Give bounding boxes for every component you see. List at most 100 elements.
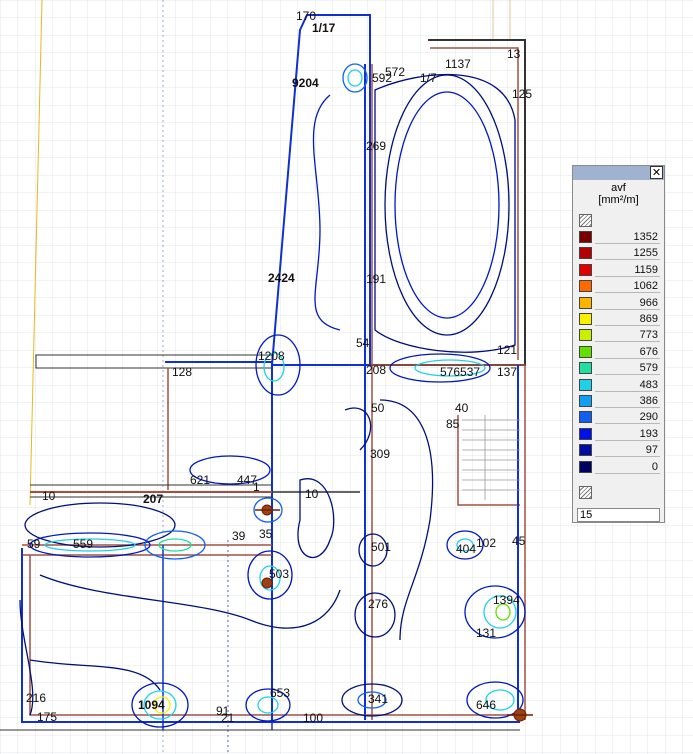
legend-row[interactable]: 1352 [577, 230, 660, 244]
legend-row[interactable]: 386 [577, 394, 660, 408]
legend-divider [595, 341, 660, 343]
plan-label: 1137 [445, 57, 471, 71]
plan-label: 128 [172, 365, 193, 379]
legend-value: 869 [639, 313, 658, 325]
legend-row[interactable]: 579 [577, 361, 660, 376]
legend-value: 1255 [633, 247, 658, 260]
plan-label: 404 [456, 542, 477, 556]
plan-label: 2424 [268, 271, 295, 285]
plan-label: 191 [366, 272, 387, 286]
plan-label: 447 [237, 473, 258, 487]
legend-color-swatch[interactable] [579, 444, 592, 457]
legend-value: 97 [645, 444, 658, 457]
plan-label: 653 [270, 686, 291, 700]
legend-row[interactable]: 290 [577, 410, 660, 425]
legend-color-swatch[interactable] [579, 411, 592, 424]
legend-row[interactable]: 193 [577, 427, 660, 441]
legend-color-swatch[interactable] [579, 280, 592, 293]
legend-color-swatch[interactable] [579, 263, 592, 276]
plan-label: 50 [371, 401, 385, 415]
legend-color-swatch[interactable] [579, 247, 592, 260]
plan-label: 13 [507, 47, 521, 61]
legend-value: 1352 [633, 231, 658, 243]
plan-label: 1/7 [420, 71, 437, 85]
plan-label: 35 [259, 527, 273, 541]
legend-quantity: avf [611, 182, 626, 194]
legend-divider [595, 439, 660, 441]
plan-label: 54 [356, 336, 370, 350]
close-icon[interactable]: ✕ [650, 166, 663, 179]
legend-value: 676 [639, 345, 658, 358]
hatch-swatch-top[interactable] [579, 214, 592, 227]
plan-label: 59 [27, 537, 41, 551]
legend-value: 1062 [633, 280, 658, 293]
legend-divider [595, 407, 660, 408]
plan-label: 1/17 [312, 21, 336, 35]
plan-label: 1094 [138, 698, 165, 712]
legend-unit: [mm²/m] [598, 194, 639, 206]
legend-row[interactable]: 1255 [577, 246, 660, 261]
legend-divider [595, 357, 660, 359]
legend-row[interactable]: 773 [577, 328, 660, 343]
legend-titlebar[interactable]: ✕ [573, 166, 664, 180]
legend-value: 193 [639, 427, 658, 440]
legend-value: 483 [639, 378, 658, 391]
legend-color-swatch[interactable] [579, 378, 592, 391]
plan-label: 39 [232, 529, 246, 543]
plan-label: 10 [42, 489, 56, 503]
legend-row[interactable]: 1159 [577, 263, 660, 277]
level-count-input[interactable] [577, 508, 660, 522]
legend-divider [595, 325, 660, 326]
plan-label: 10 [305, 487, 319, 501]
legend-value: 773 [639, 329, 658, 342]
legend-divider [595, 308, 660, 310]
legend-color-swatch[interactable] [579, 345, 592, 358]
legend-divider [595, 275, 660, 277]
plan-label: 45 [512, 534, 526, 548]
plan-label: 175 [37, 710, 58, 724]
legend-row[interactable]: 869 [577, 312, 660, 326]
legend-color-swatch[interactable] [579, 460, 592, 473]
legend-color-swatch[interactable] [579, 427, 592, 440]
plan-label: 125 [512, 87, 533, 101]
legend-row[interactable]: 483 [577, 378, 660, 392]
plan-label: 21 [221, 711, 235, 725]
plan-label: 1394 [493, 593, 520, 607]
legend-value: 0 [651, 460, 658, 473]
plan-label: 121 [497, 343, 518, 357]
legend-divider [595, 292, 660, 294]
legend-divider [595, 374, 660, 376]
plan-label: 85 [446, 417, 460, 431]
legend-color-swatch[interactable] [579, 395, 592, 407]
legend-color-swatch[interactable] [579, 362, 592, 375]
plan-label: 100 [303, 711, 324, 725]
legend-row[interactable]: 97 [577, 443, 660, 458]
plan-label: 646 [476, 698, 497, 712]
legend-color-swatch[interactable] [579, 231, 592, 243]
plan-label: 1208 [258, 349, 285, 363]
legend-value: 386 [639, 395, 658, 407]
legend-divider [595, 456, 660, 458]
legend-panel[interactable]: ✕ avf [mm²/m] 1352 1255 1159 1062 966 869 773 6… [572, 165, 665, 523]
plan-label: 131 [476, 626, 497, 640]
legend-divider [595, 259, 660, 261]
plan-label: 503 [269, 567, 290, 581]
legend-value: 290 [639, 411, 658, 424]
legend-row[interactable]: 0 [577, 460, 660, 474]
legend-row[interactable]: 676 [577, 345, 660, 359]
plan-label: 572 [385, 65, 406, 79]
plan-label: 208 [366, 363, 387, 377]
plan-label: 40 [455, 401, 469, 415]
legend-color-swatch[interactable] [579, 313, 592, 325]
legend-value: 966 [639, 296, 658, 309]
legend-value: 1159 [634, 263, 658, 276]
plan-label: 621 [190, 473, 211, 487]
legend-color-swatch[interactable] [579, 296, 592, 309]
plan-label: 309 [370, 447, 391, 461]
plan-label: 269 [366, 139, 387, 153]
hatch-swatch-bottom[interactable] [579, 486, 592, 499]
legend-row[interactable]: 966 [577, 296, 660, 310]
plan-label: 216 [26, 691, 47, 705]
legend-row[interactable]: 1062 [577, 279, 660, 294]
legend-color-swatch[interactable] [579, 329, 592, 342]
